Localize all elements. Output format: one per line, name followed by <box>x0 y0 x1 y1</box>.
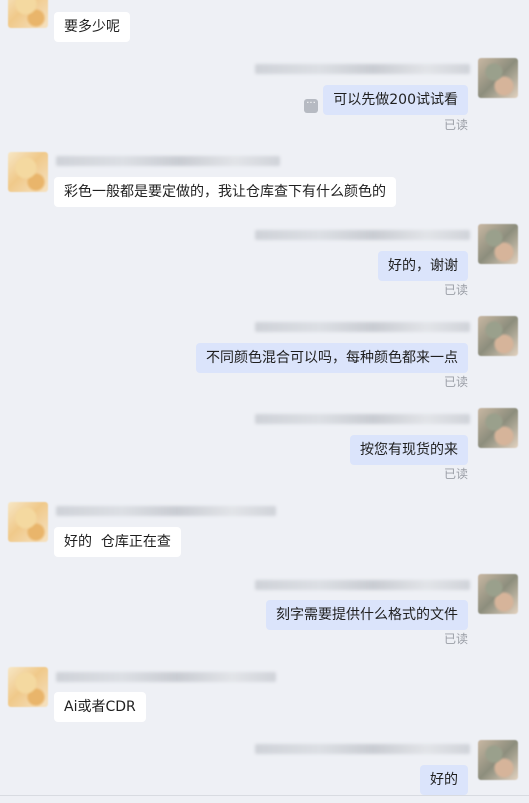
self-avatar[interactable] <box>478 316 518 356</box>
read-status: 已读 <box>443 283 468 297</box>
sender-name-blurred <box>56 156 280 166</box>
read-status: 已读 <box>443 632 468 646</box>
contact-avatar[interactable] <box>8 152 48 192</box>
read-status: 已读 <box>443 118 468 132</box>
contact-avatar[interactable] <box>8 0 48 28</box>
sender-name-blurred <box>255 64 470 74</box>
contact-avatar[interactable] <box>8 667 48 707</box>
message-bubble-incoming[interactable]: Ai或者CDR <box>54 692 146 722</box>
sender-name-blurred <box>56 506 276 516</box>
sender-name-blurred <box>255 322 470 332</box>
self-avatar[interactable] <box>478 224 518 264</box>
message-bubble-incoming[interactable]: 好的 仓库正在查 <box>54 527 181 557</box>
message-bubble-outgoing[interactable]: 不同颜色混合可以吗，每种颜色都来一点 <box>196 343 468 373</box>
message-bubble-incoming[interactable]: 要多少呢 <box>54 12 130 42</box>
input-divider <box>0 795 529 796</box>
sender-name-blurred <box>255 414 470 424</box>
sender-name-blurred <box>255 744 470 754</box>
read-status: 已读 <box>443 375 468 389</box>
message-bubble-outgoing[interactable]: 可以先做200试试看 <box>323 85 468 115</box>
message-bubble-outgoing[interactable]: 刻字需要提供什么格式的文件 <box>266 600 468 630</box>
sender-name-blurred <box>56 672 276 682</box>
message-bubble-outgoing[interactable]: 按您有现货的来 <box>350 435 468 465</box>
contact-avatar[interactable] <box>8 502 48 542</box>
message-bubble-outgoing[interactable]: 好的 <box>420 765 468 795</box>
self-avatar[interactable] <box>478 574 518 614</box>
read-status: 已读 <box>443 467 468 481</box>
message-bubble-incoming[interactable]: 彩色一般都是要定做的，我让仓库查下有什么颜色的 <box>54 177 396 207</box>
chat-window: 要多少呢 ··· 可以先做200试试看 已读 彩色一般都是要定做的，我让仓库查下… <box>0 0 529 803</box>
sender-name-blurred <box>255 580 470 590</box>
self-avatar[interactable] <box>478 408 518 448</box>
self-avatar[interactable] <box>478 58 518 98</box>
message-bubble-outgoing[interactable]: 好的，谢谢 <box>378 251 468 281</box>
ellipsis-icon[interactable]: ··· <box>304 99 318 113</box>
self-avatar[interactable] <box>478 740 518 780</box>
sender-name-blurred <box>255 230 470 240</box>
